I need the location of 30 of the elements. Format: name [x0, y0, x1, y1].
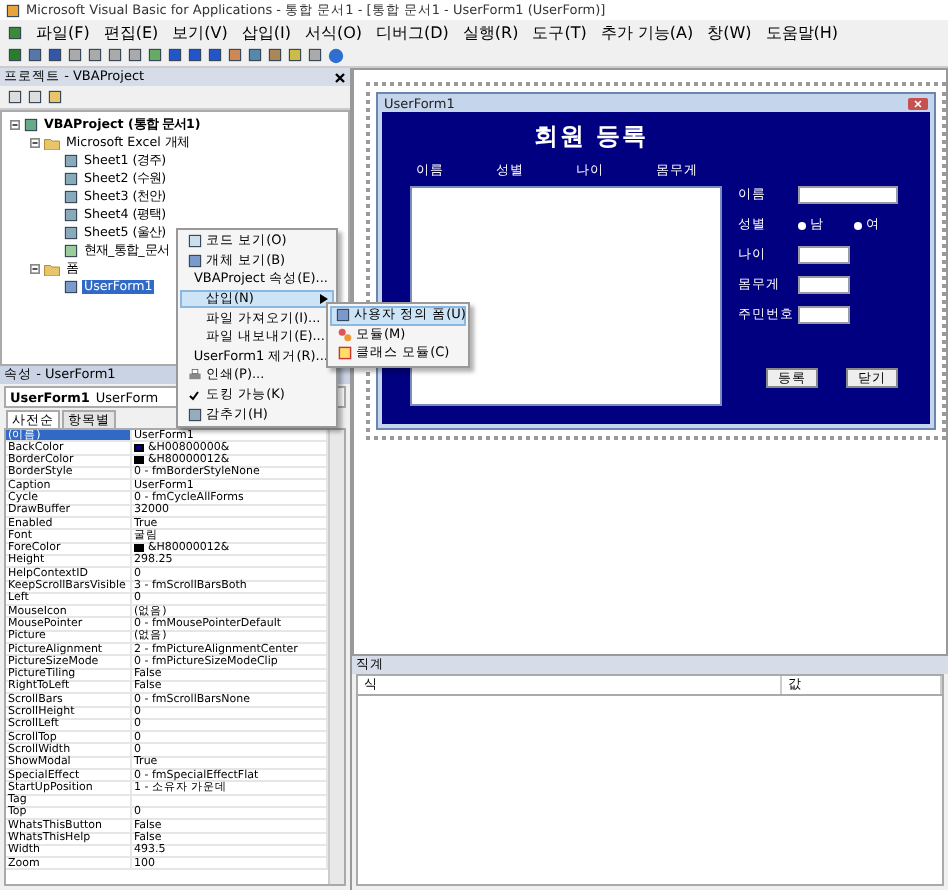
collapse-icon[interactable] — [30, 264, 40, 274]
menu-item[interactable]: 삽입(I) — [241, 21, 291, 43]
menu-item[interactable]: 디버그(D) — [376, 21, 449, 43]
folder-icon — [44, 137, 60, 149]
folder-icon — [44, 263, 60, 275]
input-field[interactable] — [798, 306, 850, 324]
class-icon — [337, 346, 351, 361]
module-icon — [337, 327, 351, 342]
menu-item[interactable]: 서식(O) — [304, 21, 363, 43]
help-icon[interactable] — [328, 47, 344, 63]
input-field[interactable] — [798, 186, 898, 204]
menu-item[interactable]: 파일(F) — [36, 21, 90, 43]
close-icon[interactable] — [334, 71, 346, 83]
input-field[interactable] — [798, 276, 850, 294]
menu-item[interactable]: 추가 기능(A) — [600, 21, 694, 43]
scrollbar[interactable] — [328, 430, 344, 884]
input-field[interactable] — [798, 246, 850, 264]
menu-item[interactable]: 도구(T) — [532, 21, 587, 43]
menu-item[interactable]: 창(W) — [707, 21, 752, 43]
menu-item[interactable]: 보기(V) — [172, 21, 228, 43]
printer-icon — [187, 368, 201, 383]
collapse-icon[interactable] — [30, 138, 40, 148]
submenu-arrow-icon — [320, 294, 328, 305]
folder-icon — [48, 90, 62, 104]
collapse-icon[interactable] — [10, 120, 20, 130]
menu-item[interactable]: 실행(R) — [462, 21, 519, 43]
app-icon — [6, 3, 20, 17]
menu-item[interactable]: 편집(E) — [103, 21, 159, 43]
menu-item[interactable]: 도움말(H) — [765, 21, 839, 43]
form-heading: 회원 등록 — [534, 120, 649, 154]
